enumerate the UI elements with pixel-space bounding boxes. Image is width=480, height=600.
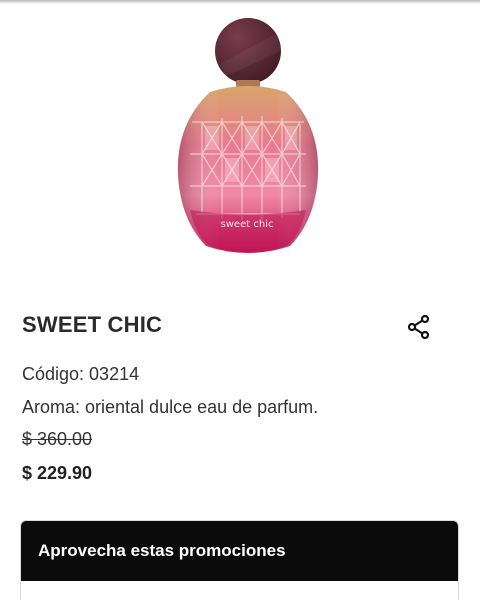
product-title-row: SWEET CHIC [22, 312, 442, 344]
product-image[interactable]: sweet chic [150, 14, 330, 264]
product-code: Código: 03214 [22, 364, 140, 384]
product-aroma: Aroma: oriental dulce eau de parfum. [22, 397, 319, 417]
share-button[interactable] [404, 312, 434, 342]
product-title: SWEET CHIC [22, 312, 163, 337]
promotions-header[interactable]: Aprovecha estas promociones [21, 521, 458, 581]
top-bar-shadow [0, 0, 480, 4]
perfume-bottle-illustration: sweet chic [177, 18, 319, 253]
original-price: $ 360.00 [22, 429, 93, 449]
promotions-card: Aprovecha estas promociones [20, 520, 459, 600]
bottle-label: sweet chic [221, 219, 274, 230]
share-icon [407, 314, 430, 340]
sale-price: $ 229.90 [22, 463, 93, 483]
